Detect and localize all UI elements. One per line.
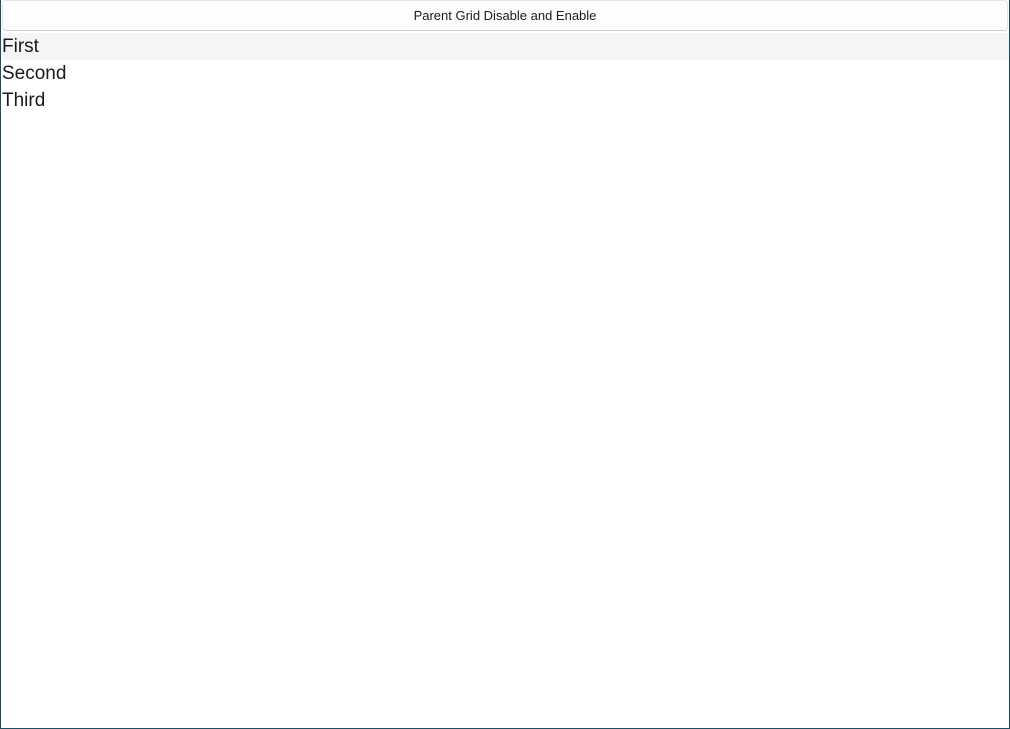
list-item-label: First: [2, 36, 39, 57]
parent-grid-toggle-button-label: Parent Grid Disable and Enable: [413, 8, 597, 23]
parent-grid-toggle-button[interactable]: Parent Grid Disable and Enable: [2, 0, 1008, 31]
list-item-label: Third: [2, 90, 46, 111]
list-item-first[interactable]: First: [1, 33, 1009, 60]
list-item-third[interactable]: Third: [1, 87, 1009, 114]
list-item-label: Second: [2, 63, 67, 84]
app-window: Parent Grid Disable and Enable First Sec…: [0, 0, 1010, 729]
item-list: First Second Third: [1, 33, 1009, 114]
list-item-second[interactable]: Second: [1, 60, 1009, 87]
